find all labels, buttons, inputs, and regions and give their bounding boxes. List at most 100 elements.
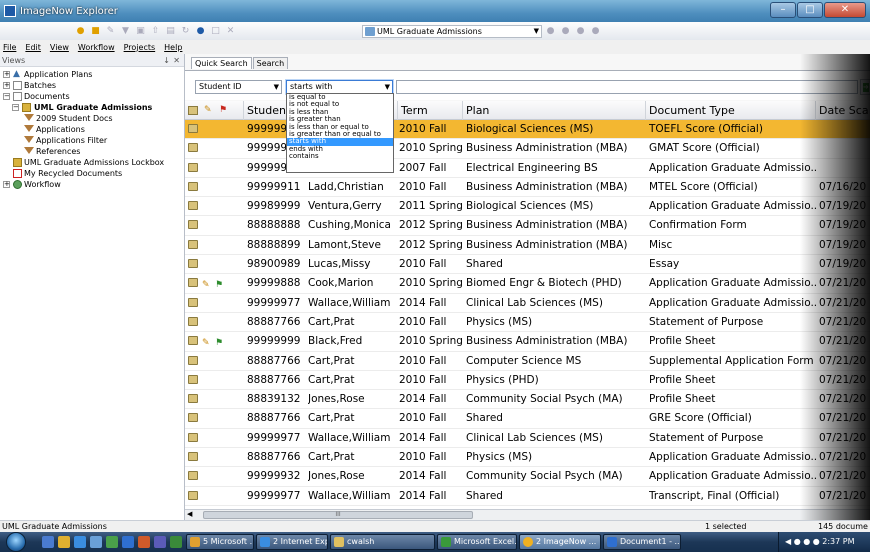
taskbar-item-document1[interactable]: Document1 - ... <box>603 534 681 550</box>
excel-icon[interactable] <box>106 536 118 548</box>
office-icon <box>190 537 200 547</box>
go-button[interactable]: ➜ Go <box>860 79 870 95</box>
nav-next-icon[interactable]: ● <box>560 26 571 37</box>
table-row[interactable]: 99999977 Wallace,William 2014 Fall Shared Tr… <box>185 487 870 506</box>
expand-icon[interactable]: + <box>3 71 10 78</box>
cell-document-type: GMAT Score (Official) <box>649 142 760 155</box>
operator-option[interactable]: contains <box>287 152 393 160</box>
app-icon[interactable] <box>138 536 150 548</box>
open-folder-icon[interactable]: ■ <box>90 26 101 37</box>
tree-item-documents[interactable]: − Documents <box>0 91 184 102</box>
nav-last-icon[interactable]: ● <box>575 26 586 37</box>
collapse-icon[interactable]: − <box>12 104 19 111</box>
queue-select[interactable]: UML Graduate Admissions ▼ <box>362 25 542 38</box>
nav-extra-icon[interactable]: ● <box>590 26 601 37</box>
table-row[interactable]: 98900989 Lucas,Missy 2010 Fall Shared Essay 0… <box>185 255 870 275</box>
table-row[interactable]: 88839132 Jones,Rose 2014 Fall Community Soc… <box>185 390 870 410</box>
menu-view[interactable]: View <box>50 43 69 52</box>
tree-item-workflow[interactable]: + Workflow <box>0 179 184 190</box>
col-document-type[interactable]: Document Type <box>646 101 816 120</box>
col-plan[interactable]: Plan <box>463 101 646 120</box>
refresh-icon[interactable]: ↻ <box>180 26 191 37</box>
show-desktop-icon[interactable] <box>42 536 54 548</box>
tree-item-uml-lockbox[interactable]: UML Graduate Admissions Lockbox <box>0 157 184 168</box>
table-row[interactable]: 88888899 Lamont,Steve 2012 Spring Business … <box>185 236 870 256</box>
table-row[interactable]: 88887766 Cart,Prat 2010 Fall Computer Scien… <box>185 352 870 371</box>
tray-icons[interactable]: ◀ ● ● ● <box>785 537 822 546</box>
ie-icon[interactable] <box>74 536 86 548</box>
expand-icon[interactable]: + <box>3 181 10 188</box>
search-value-input[interactable] <box>396 80 858 94</box>
pin-icon[interactable]: ↓ <box>163 54 170 67</box>
operator-select[interactable]: starts with ▼ <box>286 80 393 94</box>
menu-help[interactable]: Help <box>164 43 182 52</box>
maximize-button[interactable]: □ <box>797 2 823 18</box>
tree-item-my-recycled-documents[interactable]: My Recycled Documents <box>0 168 184 179</box>
taskbar-item-cwalsh[interactable]: cwalsh <box>330 534 435 550</box>
taskbar-item-imagenow[interactable]: 2 ImageNow ... <box>519 534 601 550</box>
tree-item-applications-filter[interactable]: Applications Filter <box>0 135 184 146</box>
clock[interactable]: 2:37 PM <box>822 537 854 546</box>
edit-icon[interactable]: ✎ <box>105 26 116 37</box>
start-button[interactable] <box>0 532 36 552</box>
annotation-icon: ✎ <box>202 280 210 291</box>
scroll-left-icon[interactable]: ◀ <box>187 510 192 518</box>
tree-item-uml-graduate-admissions[interactable]: − UML Graduate Admissions <box>0 102 184 113</box>
table-row[interactable]: 88888888 Cushing,Monica 2012 Spring Busines… <box>185 216 870 236</box>
new-icon[interactable]: ● <box>75 26 86 37</box>
collapse-icon[interactable]: − <box>3 93 10 100</box>
table-row[interactable]: 88887766 Cart,Prat 2010 Fall Physics (PHD) P… <box>185 371 870 391</box>
info-icon[interactable]: ● <box>195 26 206 37</box>
filter-icon[interactable]: ▼ <box>120 26 131 37</box>
col-date-scanned[interactable]: Date Sca <box>816 101 870 120</box>
menu-workflow[interactable]: Workflow <box>78 43 115 52</box>
table-row[interactable]: 88887766 Cart,Prat 2010 Fall Physics (MS) Ap… <box>185 448 870 468</box>
close-icon[interactable]: ✕ <box>173 54 180 67</box>
table-row[interactable]: ✎ ⚑ 99999888 Cook,Marion 2010 Spring Biomed E… <box>185 274 870 294</box>
properties-icon[interactable]: □ <box>210 26 221 37</box>
minimize-button[interactable]: – <box>770 2 796 18</box>
word-icon[interactable] <box>122 536 134 548</box>
table-row[interactable]: 99999911 Ladd,Christian 2010 Fall Business … <box>185 178 870 198</box>
menu-file[interactable]: File <box>3 43 16 52</box>
table-row[interactable]: 99999932 Jones,Rose 2014 Fall Community Soc… <box>185 467 870 487</box>
tree-item-application-plans[interactable]: + ▲ Application Plans <box>0 69 184 80</box>
document-icon <box>188 471 198 481</box>
close-button[interactable]: ✕ <box>824 2 866 18</box>
horizontal-scrollbar[interactable]: ◀ III <box>185 509 870 520</box>
cell-date-scanned: 07/21/20 <box>819 431 867 444</box>
menu-projects[interactable]: Projects <box>124 43 156 52</box>
tree-item-references[interactable]: References <box>0 146 184 157</box>
app2-icon[interactable] <box>154 536 166 548</box>
tab-search[interactable]: Search <box>252 57 289 69</box>
tree-item-batches[interactable]: + Batches <box>0 80 184 91</box>
tree-item-applications[interactable]: Applications <box>0 124 184 135</box>
folder-icon[interactable] <box>58 536 70 548</box>
table-row[interactable]: ✎ ⚑ 99999999 Black,Fred 2010 Spring Business … <box>185 332 870 352</box>
delete-icon[interactable]: ✕ <box>225 26 236 37</box>
scan-icon[interactable]: ▣ <box>135 26 146 37</box>
field-select[interactable]: Student ID ▼ <box>195 80 282 94</box>
table-row[interactable]: 99999977 Wallace,William 2014 Fall Clinical… <box>185 294 870 313</box>
taskbar-item-microsoft[interactable]: 5 Microsoft ... <box>186 534 254 550</box>
cell-date-scanned: 07/21/20 <box>819 489 867 502</box>
table-row[interactable]: 99989999 Ventura,Gerry 2011 Spring Biologic… <box>185 197 870 217</box>
import-icon[interactable]: ⇧ <box>150 26 161 37</box>
tree-item-2009-student-docs[interactable]: 2009 Student Docs <box>0 113 184 124</box>
print-icon[interactable]: ▤ <box>165 26 176 37</box>
app3-icon[interactable] <box>170 536 182 548</box>
tab-quick-search[interactable]: Quick Search <box>191 57 252 69</box>
scroll-thumb[interactable]: III <box>203 511 473 519</box>
table-row[interactable]: 88887766 Cart,Prat 2010 Fall Shared GRE Scor… <box>185 409 870 429</box>
cell-document-type: Application Graduate Admissio... <box>649 161 817 174</box>
col-term[interactable]: Term <box>398 101 463 120</box>
nav-prev-icon[interactable]: ● <box>545 26 556 37</box>
expand-icon[interactable]: + <box>3 82 10 89</box>
chevron-down-icon: ▼ <box>533 27 539 35</box>
menu-edit[interactable]: Edit <box>25 43 41 52</box>
table-row[interactable]: 99999977 Wallace,William 2014 Fall Clinical… <box>185 429 870 449</box>
taskbar-item-excel[interactable]: Microsoft Excel... <box>437 534 517 550</box>
table-row[interactable]: 88887766 Cart,Prat 2010 Fall Physics (MS) St… <box>185 313 870 333</box>
taskbar-item-internet-explorer[interactable]: 2 Internet Exp... <box>256 534 328 550</box>
outlook-icon[interactable] <box>90 536 102 548</box>
